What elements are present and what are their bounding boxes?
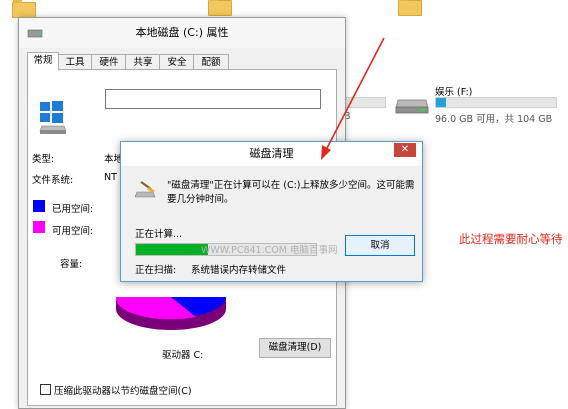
annotation-arrow [321, 37, 385, 160]
tab-general[interactable]: 常规 [27, 52, 59, 71]
annotation-text: 此过程需要耐心等待 [459, 232, 563, 246]
